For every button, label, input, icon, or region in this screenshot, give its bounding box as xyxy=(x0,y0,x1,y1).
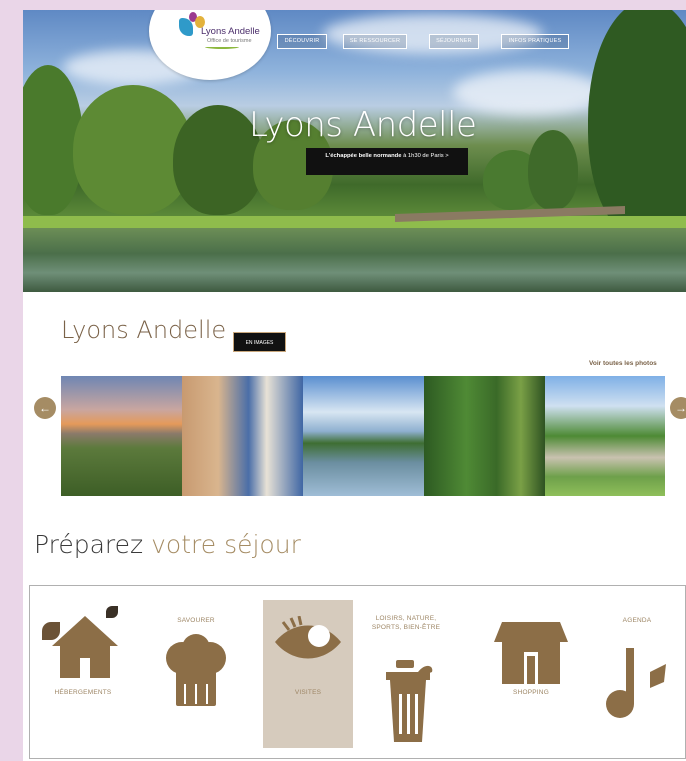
logo-swoosh xyxy=(205,45,239,49)
tagline-arrow: > xyxy=(445,153,449,159)
arrow-right-icon: → xyxy=(675,401,686,415)
arrow-left-icon: ← xyxy=(39,401,51,415)
tree xyxy=(528,130,578,210)
hero-title: Lyons Andelle xyxy=(249,105,477,145)
sejour-title-main: Préparez xyxy=(34,530,144,559)
photo-sunset[interactable] xyxy=(61,376,182,496)
category-hebergements[interactable]: HÉBERGEMENTS xyxy=(40,600,140,740)
sejour-title: Préparez votre séjour xyxy=(34,530,301,559)
bucket-icon xyxy=(386,660,433,742)
gallery-badge: EN IMAGES xyxy=(233,332,286,352)
category-label: SAVOURER xyxy=(177,617,215,624)
gallery-prev-button[interactable]: ← xyxy=(34,397,56,419)
category-agenda[interactable]: AGENDA xyxy=(598,600,682,740)
page: Lyons Andelle Office de tourisme DÉCOUVR… xyxy=(23,10,686,761)
logo-subtitle: Office de tourisme xyxy=(207,38,252,44)
nav-se-ressourcer[interactable]: SE RESSOURCER xyxy=(343,34,407,49)
photo-strip xyxy=(61,376,665,496)
shop-icon xyxy=(494,622,568,684)
category-visites[interactable]: VISITES xyxy=(263,600,353,748)
house-icon xyxy=(52,616,118,678)
nav-infos-pratiques[interactable]: INFOS PRATIQUES xyxy=(501,34,569,49)
gallery-next-button[interactable]: → xyxy=(670,397,686,419)
music-note-icon xyxy=(606,648,666,718)
pond xyxy=(23,228,686,292)
photo-half-timbered[interactable] xyxy=(182,376,303,496)
see-all-photos-link[interactable]: Voir toutes les photos xyxy=(589,360,657,367)
tagline-rest: à 1h30 de Paris xyxy=(403,153,444,159)
logo-name: Lyons Andelle xyxy=(201,26,260,37)
nav-decouvrir[interactable]: DÉCOUVRIR xyxy=(277,34,327,49)
category-loisirs[interactable]: LOISIRS, NATURE, SPORTS, BIEN-ÊTRE xyxy=(368,600,452,750)
category-shopping[interactable]: SHOPPING xyxy=(492,600,582,740)
sejour-title-accent: votre séjour xyxy=(151,530,301,559)
photo-lake[interactable] xyxy=(303,376,424,496)
category-label: AGENDA xyxy=(622,617,652,624)
category-label: VISITES xyxy=(294,689,322,696)
category-label: SHOPPING xyxy=(513,689,549,696)
category-savourer[interactable]: SAVOURER xyxy=(158,600,248,740)
categories-panel: HÉBERGEMENTS SAVOURER VISITES LOISIRS, N… xyxy=(29,585,686,759)
category-label: HÉBERGEMENTS xyxy=(54,689,112,696)
tagline-button[interactable]: L'échappée belle normande à 1h30 de Pari… xyxy=(306,148,468,175)
photo-abbey[interactable] xyxy=(545,376,665,496)
hero-banner: Lyons Andelle Office de tourisme DÉCOUVR… xyxy=(23,10,686,292)
tree xyxy=(588,10,686,240)
category-label: LOISIRS, NATURE, SPORTS, BIEN-ÊTRE xyxy=(371,615,441,631)
tagline-bold: L'échappée belle normande xyxy=(325,153,402,159)
eye-icon xyxy=(275,616,341,659)
chef-hat-icon xyxy=(166,634,226,706)
photo-forest[interactable] xyxy=(424,376,545,496)
nav-sejourner[interactable]: SÉJOURNER xyxy=(429,34,479,49)
gallery-title: Lyons Andelle xyxy=(61,316,227,344)
